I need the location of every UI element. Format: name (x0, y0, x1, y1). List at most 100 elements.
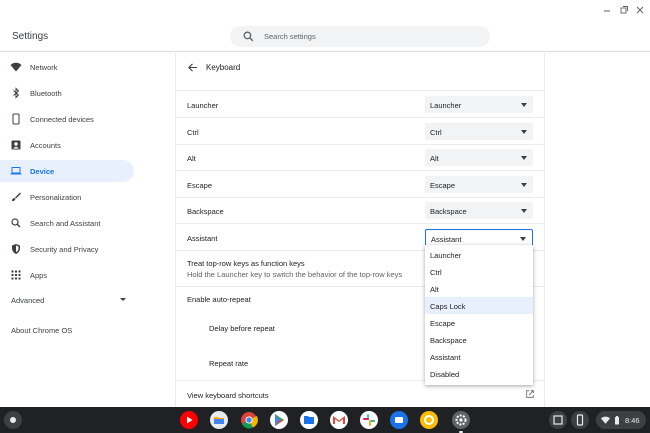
sidebar-item-about[interactable]: About Chrome OS (11, 326, 72, 335)
title-bar: Settings Search settings (0, 0, 650, 52)
select-value: Launcher (430, 100, 462, 110)
wifi-icon (601, 416, 610, 424)
sidebar-item-label: Security and Privacy (30, 245, 99, 254)
dropdown-option-backspace[interactable]: Backspace (425, 331, 533, 348)
backspace-select[interactable]: Backspace (425, 202, 533, 219)
sidebar-item-label: Personalization (30, 193, 82, 202)
phone-icon (12, 113, 20, 125)
select-value: Escape (430, 180, 456, 190)
wifi-icon (10, 62, 22, 72)
select-value: Alt (430, 153, 439, 163)
chevron-down-icon (520, 237, 526, 241)
option-label: Escape (430, 318, 456, 328)
advanced-label: Advanced (11, 296, 45, 305)
sidebar-item-label: Search and Assistant (30, 219, 101, 228)
slack-icon[interactable] (360, 411, 378, 429)
sidebar-item-device[interactable]: Device (0, 160, 134, 182)
running-indicator (459, 431, 463, 433)
sidebar-item-accounts[interactable]: Accounts (0, 134, 134, 156)
sidebar-item-security-and-privacy[interactable]: Security and Privacy (0, 238, 134, 260)
laptop-icon (10, 167, 22, 175)
dropdown-option-assistant[interactable]: Assistant (425, 348, 533, 365)
sidebar-item-bluetooth[interactable]: Bluetooth (0, 82, 134, 104)
shelf: 8:46 (0, 407, 650, 433)
clock: 8:46 (625, 416, 640, 425)
dropdown-option-caps-lock[interactable]: Caps Lock (425, 297, 533, 314)
minimize-icon[interactable] (601, 4, 613, 16)
sidebar-item-label: Connected devices (30, 115, 94, 124)
setting-row-escape: Escape Escape (176, 170, 544, 197)
close-icon[interactable] (634, 4, 646, 16)
phone-hub-icon[interactable] (571, 411, 589, 429)
option-label: Launcher (430, 250, 462, 260)
page-title: Keyboard (206, 63, 241, 72)
files-icon[interactable] (300, 411, 318, 429)
battery-icon (615, 416, 619, 425)
sidebar-item-apps[interactable]: Apps (0, 264, 134, 286)
bluetooth-icon (13, 87, 20, 99)
setting-label: Treat top-row keys as function keys (187, 259, 305, 268)
repeat-rate-label: Repeat rate (209, 359, 249, 368)
option-label: Backspace (430, 335, 467, 345)
back-arrow-icon[interactable] (187, 62, 198, 73)
select-value: Assistant (431, 234, 462, 244)
launcher-select[interactable]: Launcher (425, 96, 533, 113)
messages-icon[interactable] (390, 411, 408, 429)
setting-label: View keyboard shortcuts (187, 391, 269, 400)
option-label: Alt (430, 284, 439, 294)
dropdown-option-ctrl[interactable]: Ctrl (425, 263, 533, 280)
shield-icon (12, 244, 20, 254)
setting-row-ctrl: Ctrl Ctrl (176, 117, 544, 144)
maximize-icon[interactable] (618, 4, 630, 16)
setting-label: Backspace (187, 207, 224, 216)
search-icon (243, 31, 254, 42)
sidebar-item-connected-devices[interactable]: Connected devices (0, 108, 134, 130)
status-tray[interactable]: 8:46 (596, 411, 646, 429)
chrome-icon[interactable] (240, 411, 258, 429)
youtube-icon[interactable] (180, 411, 198, 429)
chevron-down-icon (120, 298, 126, 301)
sidebar-advanced-toggle[interactable]: Advanced (11, 296, 126, 305)
chevron-down-icon (521, 103, 527, 107)
setting-row-alt: Alt Alt (176, 144, 544, 170)
gmail-icon[interactable] (330, 411, 348, 429)
dropdown-option-launcher[interactable]: Launcher (425, 246, 533, 263)
app-title: Settings (12, 31, 49, 42)
sidebar: Network Bluetooth Connected devices Acco… (0, 53, 175, 407)
option-label: Ctrl (430, 267, 442, 277)
sidebar-item-personalization[interactable]: Personalization (0, 186, 134, 208)
dropdown-option-alt[interactable]: Alt (425, 280, 533, 297)
sidebar-item-label: Apps (30, 271, 48, 280)
chevron-down-icon (521, 156, 527, 160)
option-label: Caps Lock (430, 301, 466, 311)
files-folder-icon[interactable] (210, 411, 228, 429)
clipboard-app-icon[interactable] (420, 411, 438, 429)
search-input[interactable]: Search settings (264, 32, 316, 41)
assistant-dropdown-menu: Launcher Ctrl Alt Caps Lock Escape Backs… (425, 245, 533, 385)
open-external-icon (526, 390, 534, 398)
ctrl-select[interactable]: Ctrl (425, 123, 533, 140)
search-icon (11, 218, 21, 228)
sidebar-item-network[interactable]: Network (0, 56, 134, 78)
delay-before-repeat-label: Delay before repeat (209, 324, 275, 333)
alt-select[interactable]: Alt (425, 149, 533, 166)
setting-label: Launcher (187, 101, 219, 110)
assistant-select[interactable]: Assistant (425, 229, 533, 246)
dropdown-option-disabled[interactable]: Disabled (425, 365, 533, 382)
dropdown-option-escape[interactable]: Escape (425, 314, 533, 331)
option-label: Assistant (430, 352, 461, 362)
apps-grid-icon (11, 270, 21, 280)
clipboard-icon[interactable] (549, 411, 567, 429)
escape-select[interactable]: Escape (425, 176, 533, 193)
setting-row-launcher: Launcher Launcher (176, 90, 544, 117)
chevron-down-icon (521, 209, 527, 213)
launcher-button[interactable] (4, 411, 22, 429)
sidebar-item-search-and-assistant[interactable]: Search and Assistant (0, 212, 134, 234)
chevron-down-icon (521, 183, 527, 187)
play-store-icon[interactable] (270, 411, 288, 429)
sidebar-item-label: Accounts (30, 141, 61, 150)
setting-row-backspace: Backspace Backspace (176, 197, 544, 223)
sidebar-item-label: Bluetooth (30, 89, 62, 98)
settings-icon[interactable] (452, 411, 470, 429)
search-box[interactable]: Search settings (230, 26, 490, 47)
